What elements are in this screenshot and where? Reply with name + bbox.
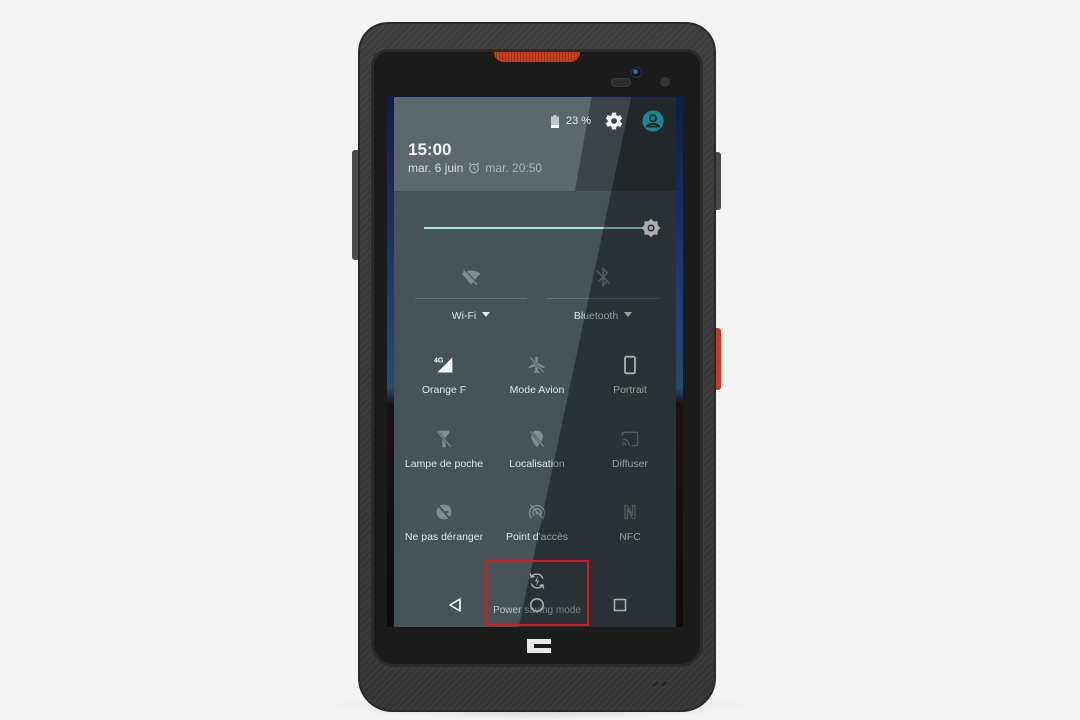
dropdown-caret-icon[interactable]	[482, 312, 491, 317]
brand-logo-icon	[527, 639, 551, 653]
tile-bluetooth[interactable]: Bluetooth	[547, 267, 659, 325]
nfc-icon	[624, 504, 636, 520]
tile-nfc[interactable]: NFC	[583, 502, 676, 552]
alarm-icon	[469, 162, 480, 174]
tile-label: NFC	[619, 531, 641, 543]
proximity-sensor	[611, 78, 631, 87]
tile-label: Bluetooth	[573, 310, 619, 322]
light-sensor	[660, 77, 670, 87]
quick-settings-panel: 23 % 15:00 mar. 6 juin mar. 20:50 Wi-Fi …	[394, 97, 676, 627]
phone-screen: 23 % 15:00 mar. 6 juin mar. 20:50 Wi-Fi …	[387, 96, 683, 627]
recents-icon[interactable]	[612, 597, 628, 613]
tile-do-not-disturb[interactable]: Ne pas déranger	[397, 502, 491, 552]
airplane-off-icon	[528, 356, 545, 374]
tile-label: Orange F	[421, 384, 467, 396]
tile-hotspot[interactable]: Point d'accès	[490, 502, 584, 552]
tile-portrait[interactable]: Portrait	[583, 355, 676, 405]
tile-cellular[interactable]: 4G Orange F	[397, 355, 491, 405]
dropdown-caret-icon[interactable]	[624, 312, 633, 317]
tile-label: Ne pas déranger	[404, 531, 484, 543]
divider	[415, 298, 527, 299]
tile-label: Wi-Fi	[451, 310, 477, 322]
tile-label: Localisation	[509, 458, 565, 470]
do-not-disturb-off-icon	[436, 503, 452, 521]
tile-airplane-mode[interactable]: Mode Avion	[490, 355, 584, 405]
gear-icon[interactable]	[604, 111, 624, 131]
highlight-box-power-saving	[485, 560, 589, 626]
network-badge: 4G	[434, 357, 444, 365]
tile-label: Lampe de poche	[404, 458, 484, 470]
date: mar. 6 juin	[408, 161, 464, 175]
tile-wifi[interactable]: Wi-Fi	[415, 267, 527, 325]
account-circle-icon[interactable]	[642, 110, 664, 132]
tile-location[interactable]: Localisation	[490, 429, 584, 479]
brightness-icon[interactable]	[641, 218, 661, 238]
location-off-icon	[529, 430, 545, 448]
battery-icon	[551, 115, 559, 128]
tile-label: Diffuser	[612, 458, 648, 470]
tile-flashlight[interactable]: Lampe de poche	[397, 429, 491, 479]
cellular-4g-icon: 4G	[434, 357, 453, 373]
date-row: mar. 6 juin mar. 20:50	[408, 161, 542, 175]
flashlight-off-icon	[436, 430, 452, 448]
front-camera	[631, 67, 642, 78]
tile-cast[interactable]: Diffuser	[583, 429, 676, 479]
bluetooth-off-icon	[595, 267, 611, 287]
back-icon[interactable]	[447, 597, 463, 613]
tile-label: Point d'accès	[505, 531, 569, 543]
earpiece-speaker	[494, 52, 580, 62]
microphone-icon	[652, 681, 668, 687]
battery-percentage: 23 %	[566, 115, 592, 127]
next-alarm[interactable]: mar. 20:50	[485, 161, 542, 175]
hotspot-off-icon	[528, 504, 546, 520]
tile-label: Mode Avion	[509, 384, 565, 396]
screen-portrait-icon	[624, 355, 636, 375]
cast-icon	[621, 431, 639, 447]
clock: 15:00	[408, 140, 452, 159]
tile-label: Portrait	[613, 384, 647, 396]
brightness-slider[interactable]	[424, 227, 648, 229]
wifi-off-icon	[461, 268, 481, 286]
divider	[547, 298, 659, 299]
